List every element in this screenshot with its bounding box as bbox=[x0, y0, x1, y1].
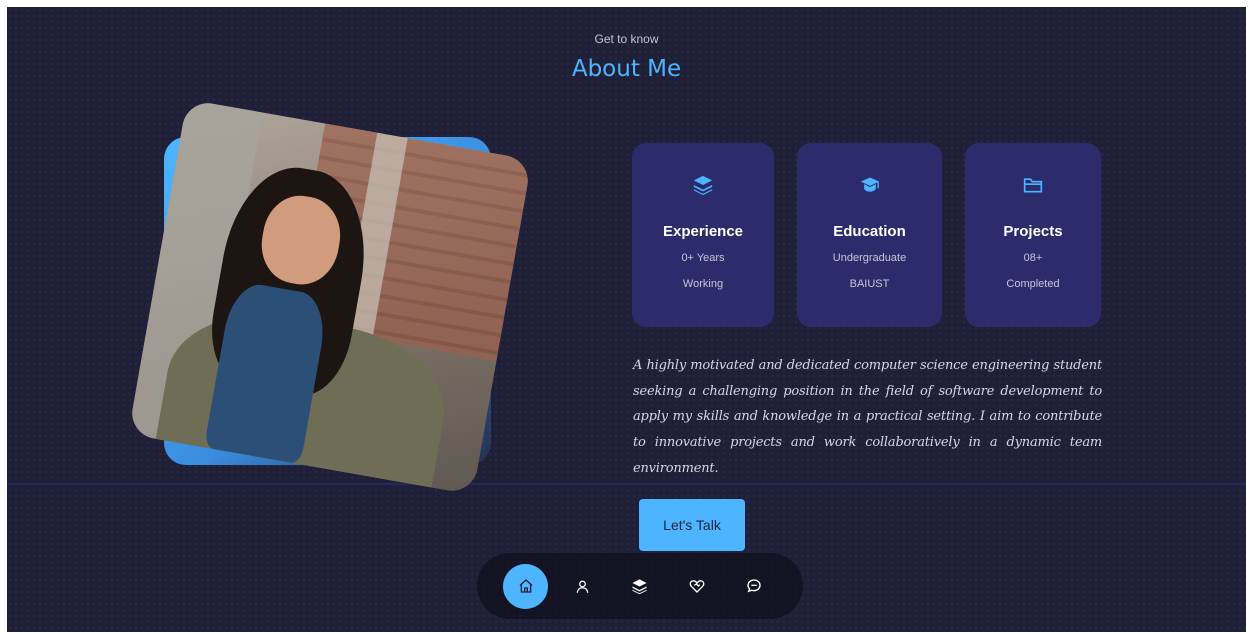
layers-icon bbox=[632, 173, 774, 197]
profile-photo bbox=[128, 99, 532, 495]
card-detail: 0+ Years bbox=[681, 252, 725, 264]
graduation-cap-icon bbox=[797, 173, 942, 197]
section-subtitle: Get to know bbox=[594, 32, 659, 46]
user-icon bbox=[576, 580, 589, 593]
home-icon bbox=[519, 579, 532, 593]
message-icon bbox=[746, 579, 761, 593]
nav-about[interactable] bbox=[560, 564, 605, 609]
nav-services[interactable] bbox=[674, 564, 719, 609]
layers-icon bbox=[632, 578, 647, 594]
card-detail: Working bbox=[682, 278, 724, 290]
card-detail: 08+ bbox=[1023, 252, 1043, 264]
nav-contact[interactable] bbox=[731, 564, 776, 609]
heart-handshake-icon bbox=[689, 580, 704, 593]
card-detail: BAIUST bbox=[849, 278, 890, 290]
bio-text: A highly motivated and dedicated compute… bbox=[633, 358, 1102, 476]
card-detail: Completed bbox=[1006, 278, 1060, 290]
nav-home[interactable] bbox=[503, 563, 548, 609]
bottom-nav bbox=[477, 553, 803, 619]
nav-experience[interactable] bbox=[617, 564, 662, 609]
about-section: Get to know About Me Experience 0+ Years… bbox=[7, 7, 1246, 632]
folder-icon bbox=[965, 173, 1101, 197]
lets-talk-button[interactable]: Let's Talk bbox=[639, 499, 745, 551]
section-title: About Me bbox=[571, 56, 682, 82]
card-detail: Undergraduate bbox=[832, 252, 907, 264]
experience-card: Experience 0+ Years Working bbox=[632, 143, 774, 327]
card-title: Education bbox=[833, 223, 906, 240]
section-divider bbox=[7, 483, 1246, 485]
projects-card: Projects 08+ Completed bbox=[965, 143, 1101, 327]
card-title: Projects bbox=[1003, 223, 1063, 240]
card-title: Experience bbox=[662, 223, 744, 240]
education-card: Education Undergraduate BAIUST bbox=[797, 143, 942, 327]
